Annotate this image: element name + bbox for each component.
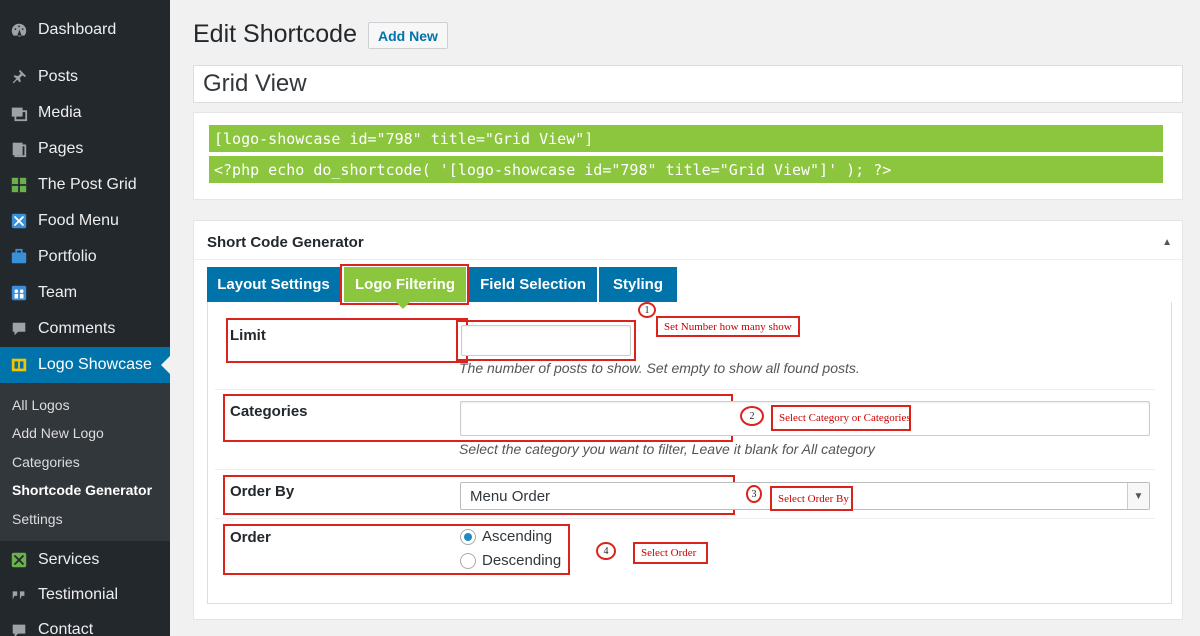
menu-label: Comments	[38, 320, 116, 337]
submenu-add-new-logo[interactable]: Add New Logo	[12, 425, 104, 441]
tab-styling[interactable]: Styling	[599, 267, 677, 302]
radio-unchecked-icon[interactable]	[460, 552, 476, 569]
annotation-number-1: 1	[638, 302, 656, 318]
menu-logo-showcase[interactable]: Logo Showcase	[0, 347, 170, 383]
services-icon	[0, 551, 38, 569]
menu-post-grid[interactable]: The Post Grid	[0, 167, 170, 203]
submenu-shortcode-generator[interactable]: Shortcode Generator	[12, 482, 152, 498]
menu-food-menu[interactable]: Food Menu	[0, 203, 170, 239]
php-shortcode-line[interactable]: <?php echo do_shortcode( '[logo-showcase…	[209, 156, 1163, 183]
menu-label: Food Menu	[38, 212, 119, 229]
menu-comments[interactable]: Comments	[0, 311, 170, 347]
annotation-number-4: 4	[596, 542, 616, 560]
shortcode-box: [logo-showcase id="798" title="Grid View…	[193, 112, 1183, 200]
annotation-callout-4: Select Order	[633, 542, 708, 564]
annotation-number-2: 2	[740, 406, 764, 426]
limit-label: Limit	[230, 327, 266, 344]
menu-label: The Post Grid	[38, 176, 137, 193]
menu-contact[interactable]: Contact	[0, 612, 170, 636]
chevron-down-icon[interactable]: ▼	[1127, 483, 1149, 509]
menu-team[interactable]: Team	[0, 275, 170, 311]
portfolio-icon	[0, 248, 38, 266]
divider	[215, 518, 1155, 519]
menu-label: Dashboard	[38, 21, 117, 38]
menu-label: Services	[38, 551, 100, 568]
menu-label: Posts	[38, 68, 79, 85]
menu-testimonial[interactable]: Testimonial	[0, 577, 170, 613]
team-icon	[0, 284, 38, 302]
collapse-arrow-icon[interactable]: ▲	[1162, 237, 1172, 248]
order-label: Order	[230, 529, 271, 546]
categories-label: Categories	[230, 403, 308, 420]
tab-highlight-outline	[340, 264, 469, 305]
annotation-box-limit-input	[456, 320, 636, 361]
menu-label: Contact	[38, 621, 94, 636]
limit-description: The number of posts to show. Set empty t…	[459, 360, 860, 376]
order-by-label: Order By	[230, 483, 295, 500]
menu-label: Testimonial	[38, 586, 119, 603]
admin-sidebar: Dashboard Posts Media Pages The Post Gri…	[0, 0, 170, 636]
postbox-title: Short Code Generator	[207, 234, 364, 251]
tab-field-selection[interactable]: Field Selection	[469, 267, 597, 302]
comments-icon	[0, 320, 38, 338]
order-ascending-option[interactable]: Ascending	[460, 528, 552, 545]
quote-icon	[0, 586, 38, 604]
order-by-value: Menu Order	[470, 487, 551, 505]
menu-label: Pages	[38, 140, 84, 157]
radio-label: Ascending	[482, 528, 553, 545]
menu-label: Logo Showcase	[38, 356, 152, 373]
menu-portfolio[interactable]: Portfolio	[0, 239, 170, 275]
pages-icon	[0, 140, 38, 158]
submenu-all-logos[interactable]: All Logos	[12, 397, 70, 413]
add-new-button[interactable]: Add New	[368, 22, 448, 49]
radio-label: Descending	[482, 552, 562, 569]
categories-description: Select the category you want to filter, …	[459, 441, 875, 457]
logo-showcase-submenu: All Logos Add New Logo Categories Shortc…	[0, 383, 170, 541]
menu-posts[interactable]: Posts	[0, 59, 170, 95]
media-icon	[0, 104, 38, 122]
tab-layout-settings[interactable]: Layout Settings	[207, 267, 340, 302]
annotation-callout-3: Select Order By	[770, 486, 853, 511]
divider	[215, 389, 1155, 390]
menu-pages[interactable]: Pages	[0, 131, 170, 167]
menu-label: Team	[38, 284, 78, 301]
menu-label: Portfolio	[38, 248, 97, 265]
page-title: Edit Shortcode	[193, 20, 357, 48]
menu-media[interactable]: Media	[0, 95, 170, 131]
menu-services[interactable]: Services	[0, 542, 170, 578]
annotation-callout-1: Set Number how many show	[656, 316, 800, 337]
menu-dashboard[interactable]: Dashboard	[0, 12, 170, 48]
grid-icon	[0, 176, 38, 194]
shortcode-line[interactable]: [logo-showcase id="798" title="Grid View…	[209, 125, 1163, 152]
logo-showcase-icon	[0, 356, 38, 374]
food-menu-icon	[0, 212, 38, 230]
dashboard-icon	[0, 21, 38, 39]
submenu-categories[interactable]: Categories	[12, 454, 80, 470]
submenu-settings[interactable]: Settings	[12, 511, 63, 527]
order-descending-option[interactable]: Descending	[460, 552, 561, 569]
divider	[215, 469, 1155, 470]
pin-icon	[0, 68, 38, 86]
radio-checked-icon[interactable]	[460, 528, 476, 545]
divider	[194, 259, 1182, 260]
annotation-callout-2: Select Category or Categories	[771, 405, 911, 431]
menu-label: Media	[38, 104, 82, 121]
contact-icon	[0, 621, 38, 636]
annotation-number-3: 3	[746, 485, 762, 503]
post-title-input[interactable]: Grid View	[193, 65, 1183, 103]
